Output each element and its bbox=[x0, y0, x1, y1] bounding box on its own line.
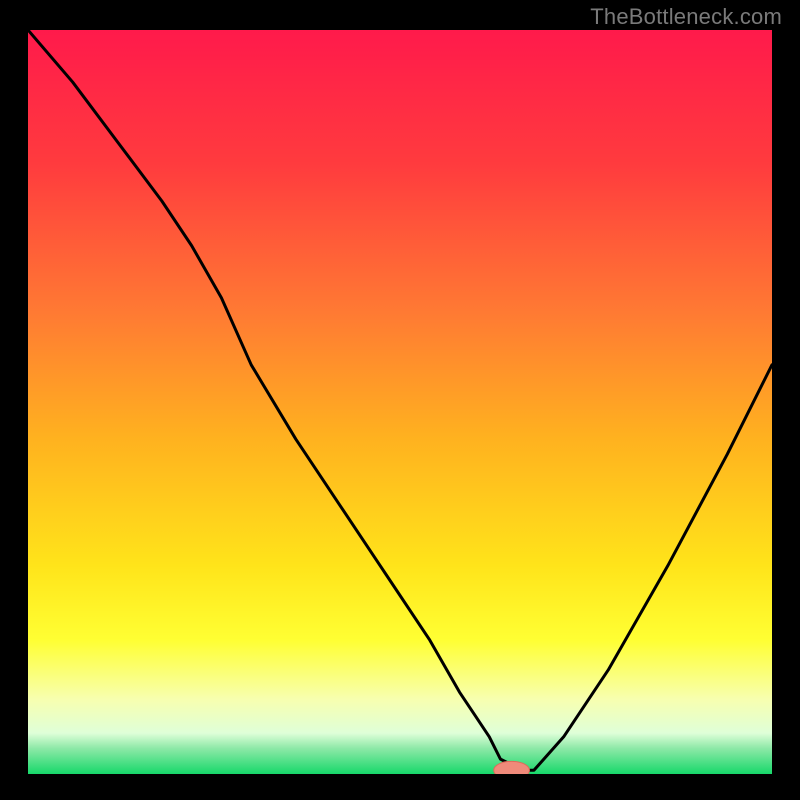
plot-area bbox=[28, 30, 772, 774]
chart-stage: TheBottleneck.com bbox=[0, 0, 800, 800]
plot-svg bbox=[28, 30, 772, 774]
watermark-text: TheBottleneck.com bbox=[590, 4, 782, 30]
gradient-background bbox=[28, 30, 772, 774]
